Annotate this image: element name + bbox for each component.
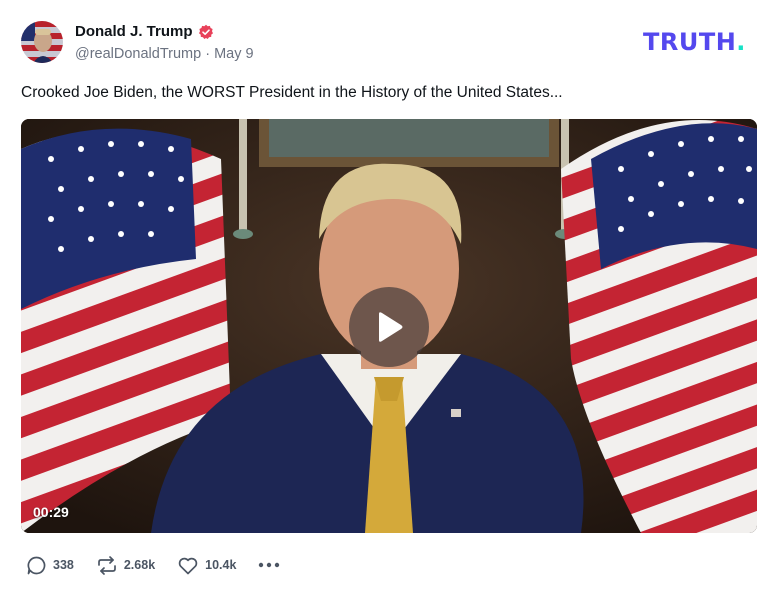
author-name[interactable]: Donald J. Trump bbox=[75, 23, 214, 40]
verified-badge-icon bbox=[198, 24, 214, 40]
post-text: Crooked Joe Biden, the WORST President i… bbox=[21, 84, 563, 101]
retruth-count: 2.68k bbox=[123, 558, 156, 572]
truth-post: Donald J. Trump @realDonaldTrump · May 9… bbox=[0, 0, 778, 595]
retruth-icon bbox=[96, 555, 118, 576]
play-button[interactable] bbox=[349, 287, 429, 367]
more-options-button[interactable] bbox=[258, 562, 280, 568]
reply-button[interactable]: 338 bbox=[26, 555, 74, 576]
meta-separator: · bbox=[205, 46, 215, 62]
logo-dot: . bbox=[736, 28, 746, 56]
video-player[interactable]: 00:29 bbox=[21, 119, 757, 533]
reply-icon bbox=[26, 555, 47, 576]
more-icon bbox=[259, 562, 280, 568]
play-icon bbox=[379, 312, 403, 342]
heart-icon bbox=[177, 555, 199, 576]
author-display-name[interactable]: Donald J. Trump bbox=[75, 23, 193, 40]
video-duration: 00:29 bbox=[33, 504, 69, 520]
avatar[interactable] bbox=[21, 21, 63, 63]
reply-count: 338 bbox=[53, 558, 74, 572]
post-date[interactable]: May 9 bbox=[214, 46, 254, 62]
logo-text: TRUTH bbox=[643, 28, 737, 56]
like-count: 10.4k bbox=[205, 558, 237, 572]
retruth-button[interactable]: 2.68k bbox=[96, 555, 155, 576]
like-button[interactable]: 10.4k bbox=[177, 555, 236, 576]
post-meta: @realDonaldTrump · May 9 bbox=[75, 46, 254, 62]
post-actions: 338 2.68k 10.4k bbox=[26, 554, 280, 576]
author-handle[interactable]: @realDonaldTrump bbox=[75, 46, 201, 62]
truth-logo[interactable]: TRUTH. bbox=[643, 30, 746, 54]
